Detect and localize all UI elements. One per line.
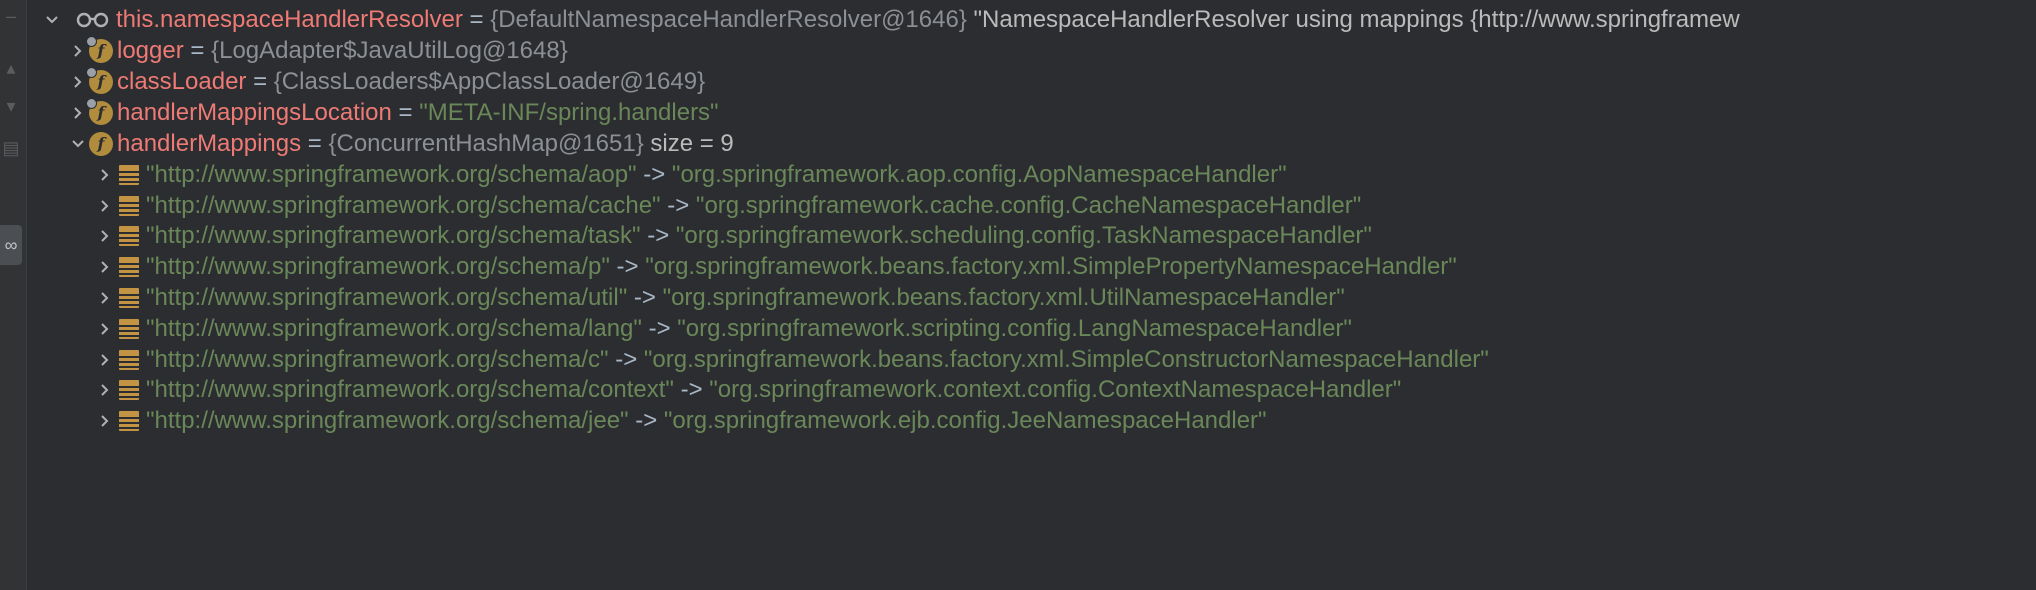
entry-key: "http://www.springframework.org/schema/a…	[146, 161, 637, 188]
debugger-side-toolbar: – ▴ ▾ ▤ ∞	[0, 0, 27, 590]
entry-arrow: ->	[660, 192, 696, 219]
entry-value: "org.springframework.beans.factory.xml.S…	[643, 346, 1489, 373]
map-entry-icon	[119, 196, 139, 216]
entry-arrow: ->	[608, 346, 644, 373]
copy-icon[interactable]: ▤	[0, 138, 22, 158]
entry-key: "http://www.springframework.org/schema/c…	[146, 346, 609, 373]
map-entry-row[interactable]: "http://www.springframework.org/schema/j…	[26, 401, 2036, 441]
entry-arrow: ->	[673, 376, 710, 403]
entry-value: "org.springframework.beans.factory.xml.U…	[662, 284, 1345, 311]
map-entry-icon	[119, 257, 139, 277]
field-value: "META-INF/spring.handlers"	[419, 99, 719, 126]
entry-key: "http://www.springframework.org/schema/l…	[146, 315, 642, 342]
entry-value: "org.springframework.context.config.Cont…	[709, 376, 1402, 403]
field-icon: f	[86, 36, 113, 63]
equals-sign: =	[183, 37, 212, 64]
entry-value: "org.springframework.cache.config.CacheN…	[695, 192, 1362, 219]
equals-sign: =	[301, 130, 329, 157]
entry-value: "org.springframework.ejb.config.JeeNames…	[663, 407, 1267, 434]
map-size: size = 9	[643, 130, 734, 157]
entry-value: "org.springframework.scripting.config.La…	[677, 315, 1352, 342]
equals-sign: =	[391, 99, 420, 126]
equals-sign: =	[246, 68, 274, 95]
entry-value: "org.springframework.scheduling.config.T…	[675, 222, 1372, 249]
entry-key: "http://www.springframework.org/schema/t…	[146, 222, 641, 249]
entry-arrow: ->	[641, 315, 678, 342]
watch-glasses-icon	[76, 12, 109, 28]
entry-arrow: ->	[640, 222, 676, 249]
map-entry-icon	[119, 380, 139, 400]
entry-arrow: ->	[627, 284, 663, 311]
entry-arrow: ->	[636, 161, 672, 188]
entry-arrow: ->	[609, 253, 646, 280]
move-up-icon[interactable]: ▴	[0, 58, 22, 78]
field-icon: f	[86, 67, 113, 94]
chevron-right-icon[interactable]	[95, 401, 115, 441]
field-icon: f	[86, 98, 113, 125]
field-name: handlerMappingsLocation	[117, 99, 392, 126]
equals-sign: =	[462, 6, 491, 33]
field-icon: f	[89, 132, 113, 156]
entry-arrow: ->	[628, 407, 664, 434]
toolbar-item-icon[interactable]: –	[0, 6, 22, 26]
entry-key: "http://www.springframework.org/schema/c…	[146, 192, 661, 219]
map-entry-icon	[119, 288, 139, 308]
variables-tree: this.namespaceHandlerResolver = {Default…	[26, 0, 2036, 590]
field-value: {ClassLoaders$AppClassLoader@1649}	[273, 68, 706, 95]
entry-key: "http://www.springframework.org/schema/u…	[146, 284, 628, 311]
field-value: {ConcurrentHashMap@1651}	[328, 130, 644, 157]
variable-description: "NamespaceHandlerResolver using mappings…	[966, 6, 1740, 33]
map-entry-icon	[119, 226, 139, 246]
entry-key: "http://www.springframework.org/schema/p…	[146, 253, 610, 280]
map-entry-icon	[119, 350, 139, 370]
field-name: classLoader	[117, 68, 247, 95]
entry-key: "http://www.springframework.org/schema/j…	[146, 407, 629, 434]
field-name: logger	[117, 37, 184, 64]
variable-type: {DefaultNamespaceHandlerResolver@1646}	[490, 6, 967, 33]
entry-key: "http://www.springframework.org/schema/c…	[146, 376, 674, 403]
watches-glasses-icon[interactable]: ∞	[0, 225, 22, 265]
entry-value: "org.springframework.aop.config.AopNames…	[671, 161, 1287, 188]
map-entry-icon	[119, 411, 139, 431]
variable-name: this.namespaceHandlerResolver	[116, 6, 463, 33]
field-value: {LogAdapter$JavaUtilLog@1648}	[211, 37, 568, 64]
map-entry-icon	[119, 319, 139, 339]
move-down-icon[interactable]: ▾	[0, 96, 22, 116]
map-entry-icon	[119, 165, 139, 185]
field-name: handlerMappings	[117, 130, 302, 157]
entry-value: "org.springframework.beans.factory.xml.S…	[645, 253, 1457, 280]
